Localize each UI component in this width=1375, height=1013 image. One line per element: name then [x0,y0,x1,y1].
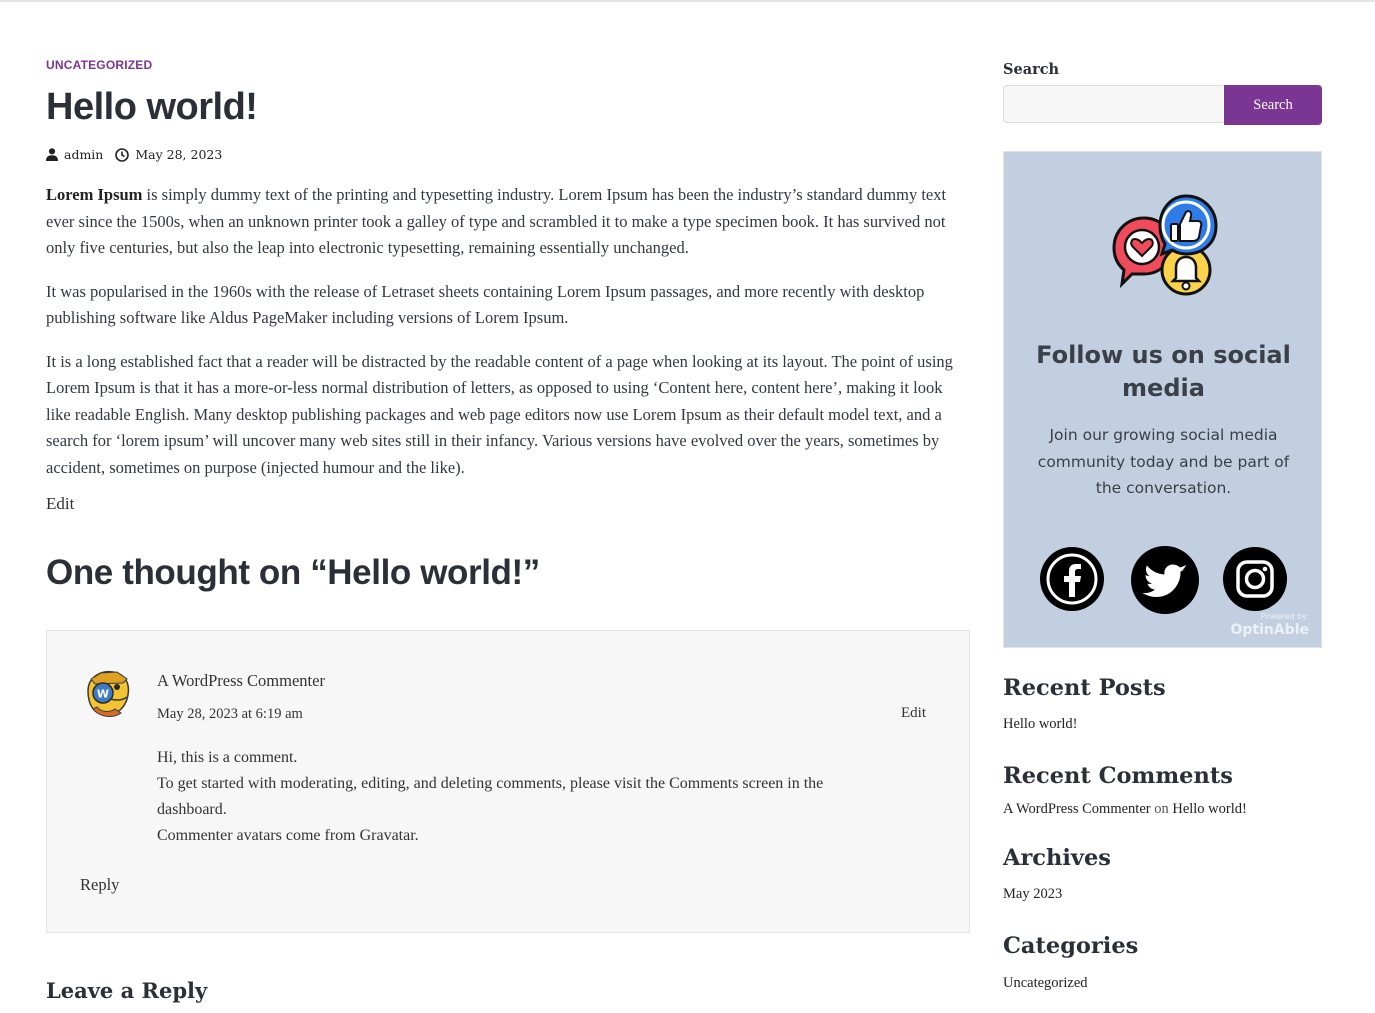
commenter-avatar: W [83,669,133,721]
recent-posts-title: Recent Posts [1003,675,1166,701]
search-label: Search [1003,61,1060,78]
powered-by: Powered by: OptinAble [1230,612,1309,638]
comment-item: W A WordPress Commenter May 28, 2023 at … [46,630,970,933]
post-author-name: admin [64,147,104,162]
powered-by-label: Powered by: [1260,612,1309,621]
post-date[interactable]: May 28, 2023 [115,147,222,162]
recent-comment-author-link[interactable]: A WordPress Commenter [1003,801,1151,817]
post-author[interactable]: admin [46,147,103,162]
archives-title: Archives [1003,845,1111,871]
comment-date[interactable]: May 28, 2023 at 6:19 am [157,706,303,723]
search-button[interactable]: Search [1224,85,1322,125]
social-widget-title: Follow us on social media [1036,341,1291,402]
recent-comment-item: A WordPress Commenter on Hello world! [1003,801,1247,818]
optinable-logo[interactable]: OptinAble [1230,622,1309,638]
comment-line: Hi, this is a comment. [157,749,298,766]
social-widget-text: Join our growing social media community … [1037,426,1290,497]
instagram-icon[interactable] [1223,547,1287,611]
comment-line: Commenter avatars come from Gravatar. [157,827,419,844]
clock-icon [115,147,130,162]
comment-reply-link[interactable]: Reply [80,875,119,895]
post-paragraph-text: is simply dummy text of the printing and… [46,185,947,257]
categories-title: Categories [1003,933,1139,959]
social-follow-widget: Follow us on social media Join our growi… [1003,151,1322,648]
twitter-icon[interactable] [1131,546,1199,614]
archive-link[interactable]: May 2023 [1003,886,1062,903]
user-icon [46,148,58,161]
post-body: Lorem Ipsum is simply dummy text of the … [46,182,970,498]
search-input[interactable] [1003,85,1223,123]
comment-edit-link[interactable]: Edit [901,705,926,722]
recent-comments-title: Recent Comments [1003,763,1233,789]
svg-text:W: W [97,688,109,701]
social-reactions-icon [1106,190,1222,306]
post-intro-bold: Lorem Ipsum [46,185,143,204]
comment-text: Hi, this is a comment. To get started wi… [157,745,897,849]
recent-post-link[interactable]: Hello world! [1003,716,1078,733]
comment-author[interactable]: A WordPress Commenter [157,671,325,691]
post-date-text: May 28, 2023 [135,147,223,162]
post-paragraph: It is a long established fact that a rea… [46,351,953,477]
facebook-icon[interactable] [1040,547,1104,611]
post-meta: admin May 28, 2023 [46,147,234,162]
post-edit-link[interactable]: Edit [46,494,74,514]
post-paragraph: Lorem Ipsum is simply dummy text of the … [46,182,970,262]
category-link[interactable]: Uncategorized [1003,975,1088,992]
post-title: Hello world! [46,86,258,128]
recent-comment-post-link[interactable]: Hello world! [1172,801,1247,817]
post-category-link[interactable]: Uncategorized [46,58,152,72]
leave-reply-title: Leave a Reply [46,978,208,1003]
comment-line: To get started with moderating, editing,… [157,775,824,818]
comments-title: One thought on “Hello world!” [46,553,540,592]
post-paragraph: It was popularised in the 1960s with the… [46,281,925,328]
recent-comment-on: on [1154,801,1169,817]
